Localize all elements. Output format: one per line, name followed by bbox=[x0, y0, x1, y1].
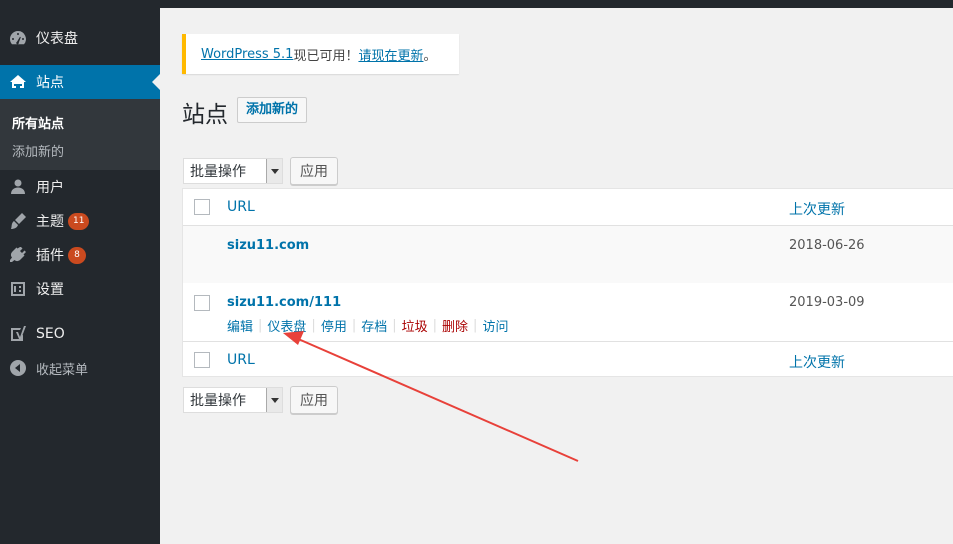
seo-icon bbox=[0, 324, 36, 344]
column-footer-url[interactable]: URL bbox=[227, 352, 255, 368]
current-menu-arrow bbox=[152, 74, 160, 90]
bulk-action-select-bottom[interactable]: 批量操作 bbox=[183, 387, 283, 413]
separator: | bbox=[258, 318, 263, 333]
site-url-link[interactable]: sizu11.com bbox=[227, 238, 309, 253]
add-new-button[interactable]: 添加新的 bbox=[237, 97, 308, 123]
page-title: 站点 bbox=[182, 102, 228, 128]
row-checkbox[interactable] bbox=[194, 295, 210, 311]
sidebar-item-label: 收起菜单 bbox=[36, 362, 89, 378]
sidebar-item-label: SEO bbox=[36, 326, 65, 342]
separator: | bbox=[432, 318, 438, 333]
row-action-deactivate[interactable]: 停用 bbox=[321, 316, 347, 335]
row-action-visit[interactable]: 访问 bbox=[482, 316, 508, 335]
apply-button-bottom[interactable]: 应用 bbox=[290, 386, 338, 414]
main-content: WordPress 5.1 现已可用！ 请现在更新 。 站点 添加新的 批量操作… bbox=[160, 8, 953, 544]
bulk-action-selected: 批量操作 bbox=[190, 164, 246, 180]
column-header-url[interactable]: URL bbox=[227, 199, 255, 215]
row-actions: 编辑 | 仪表盘 | 停用 | 存档 | 垃圾 | 删除 | 访问 bbox=[227, 316, 508, 335]
sites-submenu: 所有站点 添加新的 bbox=[0, 99, 160, 170]
column-header-last-updated[interactable]: 上次更新 bbox=[789, 199, 845, 219]
select-all-checkbox-footer[interactable] bbox=[194, 352, 210, 368]
notice-end: 。 bbox=[423, 48, 437, 64]
notice-text: 现已可用！ bbox=[293, 48, 359, 64]
sidebar-collapse-menu[interactable]: 收起菜单 bbox=[0, 351, 160, 385]
sidebar-item-themes[interactable]: 主题 11 bbox=[0, 204, 160, 238]
site-last-updated: 2018-06-26 bbox=[789, 238, 865, 253]
table-footer: URL 上次更新 bbox=[183, 341, 953, 377]
sidebar-item-label: 插件 bbox=[36, 248, 64, 264]
update-count-badge: 8 bbox=[68, 246, 86, 264]
table-row: sizu11.com/111 2019-03-09 编辑 | 仪表盘 | 停用 | 存… bbox=[183, 283, 953, 341]
bulk-action-selected: 批量操作 bbox=[190, 393, 246, 409]
admin-sidebar: 仪表盘 站点 所有站点 添加新的 用户 主题 11 插件 8 设置 SEO 收起… bbox=[0, 0, 160, 544]
sidebar-item-plugins[interactable]: 插件 8 bbox=[0, 238, 160, 272]
chevron-down-icon bbox=[266, 159, 282, 183]
separator: | bbox=[311, 318, 316, 333]
collapse-icon bbox=[0, 358, 36, 378]
sidebar-item-seo[interactable]: SEO bbox=[0, 317, 160, 351]
update-count-badge: 11 bbox=[68, 212, 90, 230]
themes-icon bbox=[0, 211, 36, 231]
sidebar-item-label: 仪表盘 bbox=[36, 31, 78, 47]
plugins-icon bbox=[0, 245, 36, 265]
site-last-updated: 2019-03-09 bbox=[789, 295, 865, 310]
row-action-delete[interactable]: 删除 bbox=[442, 316, 468, 335]
separator: | bbox=[351, 318, 357, 333]
sidebar-item-label: 设置 bbox=[36, 282, 64, 298]
update-now-link[interactable]: 请现在更新 bbox=[358, 45, 423, 64]
chevron-down-icon bbox=[266, 388, 282, 412]
sidebar-item-users[interactable]: 用户 bbox=[0, 170, 160, 204]
submenu-add-new[interactable]: 添加新的 bbox=[12, 141, 64, 160]
dashboard-icon bbox=[0, 28, 36, 48]
row-action-archive[interactable]: 存档 bbox=[361, 316, 387, 335]
row-action-edit[interactable]: 编辑 bbox=[227, 316, 253, 335]
bulk-action-select-top[interactable]: 批量操作 bbox=[183, 158, 283, 184]
site-url-link[interactable]: sizu11.com/111 bbox=[227, 295, 341, 310]
table-row: sizu11.com 2018-06-26 bbox=[183, 226, 953, 283]
submenu-all-sites[interactable]: 所有站点 bbox=[12, 113, 64, 132]
apply-button-top[interactable]: 应用 bbox=[290, 157, 338, 185]
wordpress-version-link[interactable]: WordPress 5.1 bbox=[201, 47, 293, 62]
column-footer-last-updated[interactable]: 上次更新 bbox=[789, 352, 845, 372]
sidebar-item-sites[interactable]: 站点 bbox=[0, 65, 160, 99]
sidebar-item-label: 主题 bbox=[36, 214, 64, 230]
users-icon bbox=[0, 177, 36, 197]
sites-icon bbox=[0, 72, 36, 92]
separator: | bbox=[473, 318, 478, 333]
sidebar-item-label: 站点 bbox=[36, 75, 64, 91]
sidebar-item-label: 用户 bbox=[36, 180, 64, 196]
row-action-dashboard[interactable]: 仪表盘 bbox=[267, 316, 306, 335]
sites-table: URL 上次更新 sizu11.com 2018-06-26 sizu11.co… bbox=[182, 188, 953, 377]
sidebar-item-settings[interactable]: 设置 bbox=[0, 272, 160, 306]
row-action-spam[interactable]: 垃圾 bbox=[402, 316, 428, 335]
select-all-checkbox[interactable] bbox=[194, 199, 210, 215]
separator: | bbox=[392, 318, 397, 333]
update-notice: WordPress 5.1 现已可用！ 请现在更新 。 bbox=[182, 34, 459, 74]
table-header: URL 上次更新 bbox=[183, 189, 953, 226]
settings-icon bbox=[0, 279, 36, 299]
sidebar-item-dashboard[interactable]: 仪表盘 bbox=[0, 21, 160, 55]
